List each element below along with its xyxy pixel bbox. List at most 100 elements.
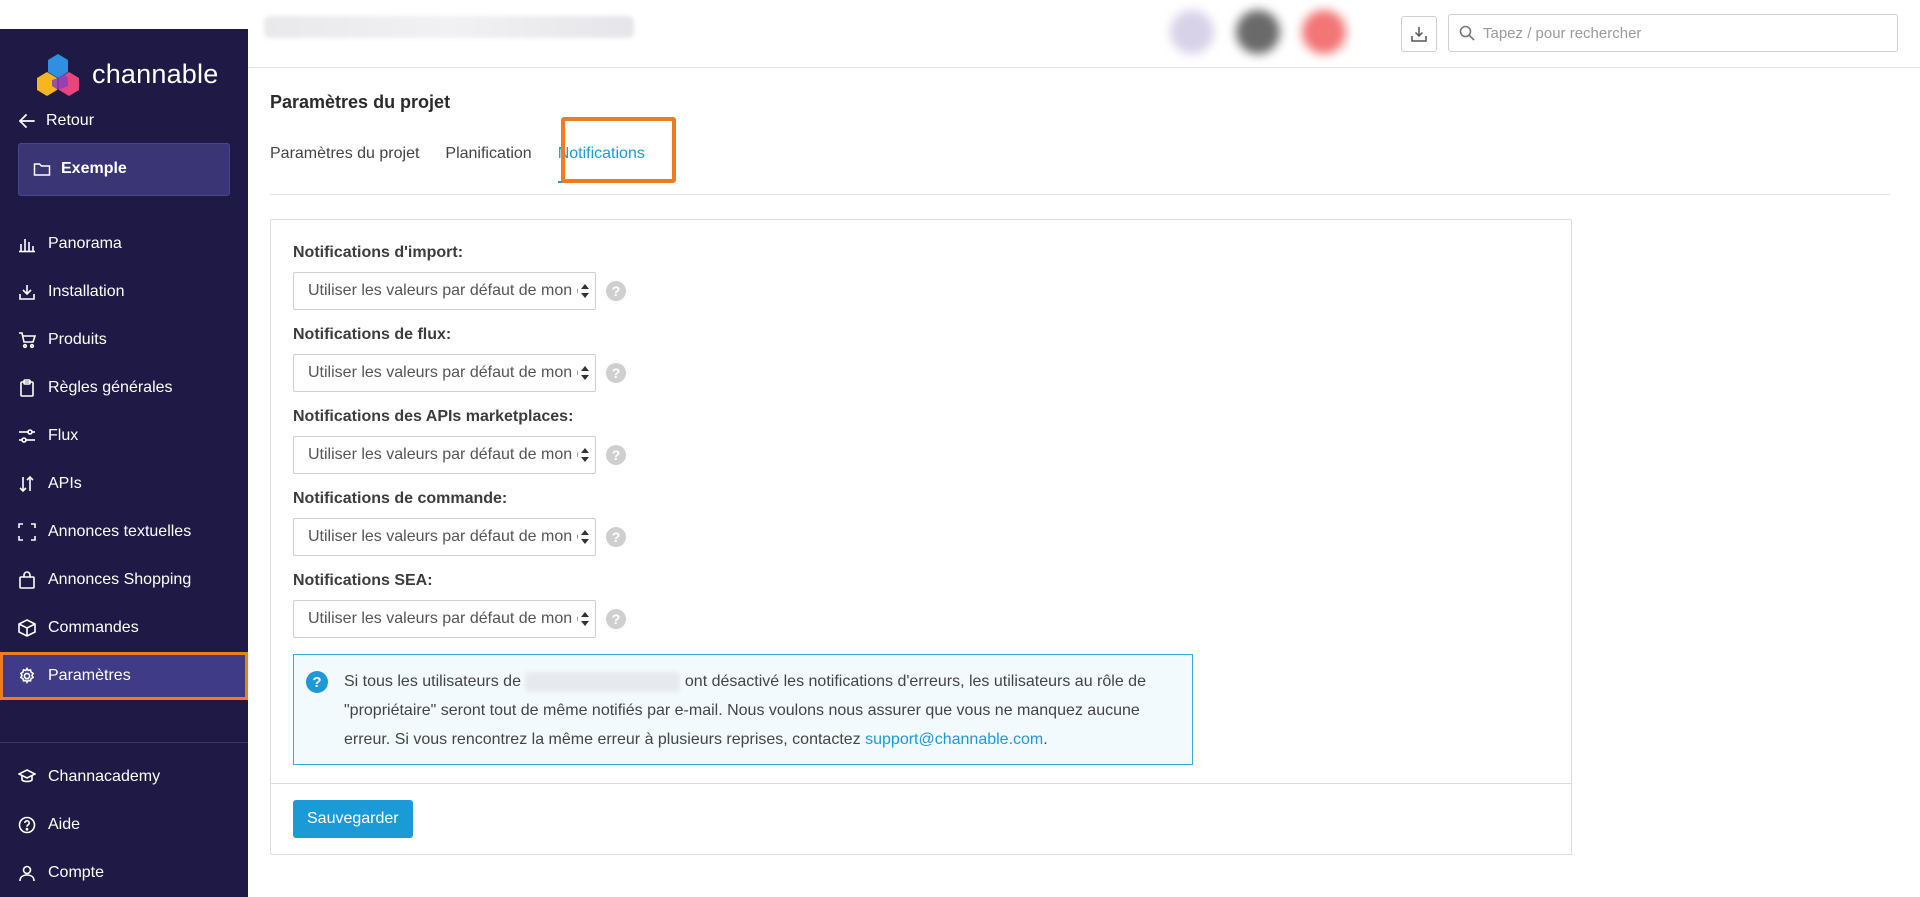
sidebar-item-panorama[interactable]: Panorama — [0, 220, 248, 268]
save-button[interactable]: Sauvegarder — [293, 800, 413, 838]
topbar — [248, 0, 1920, 68]
field-feed-notifications: Notifications de flux: Utiliser les vale… — [293, 326, 1549, 392]
help-icon[interactable]: ? — [606, 363, 626, 383]
sidebar-item-label: Flux — [48, 427, 79, 444]
graduation-cap-icon — [18, 769, 36, 783]
tabs: Paramètres du projet Planification Notif… — [270, 117, 1890, 195]
sidebar-item-installation[interactable]: Installation — [0, 268, 248, 316]
select-caret-icon — [581, 284, 589, 298]
info-text-before: Si tous les utilisateurs de — [344, 673, 521, 690]
sidebar-item-flux[interactable]: Flux — [0, 412, 248, 460]
sidebar-item-label: Annonces textuelles — [48, 523, 192, 540]
help-icon[interactable]: ? — [606, 445, 626, 465]
box-icon — [18, 619, 36, 637]
sidebar-item-label: Aide — [48, 815, 81, 833]
back-label: Retour — [46, 112, 95, 130]
field-import-notifications: Notifications d'import: Utiliser les val… — [293, 244, 1549, 310]
sidebar-item-commandes[interactable]: Commandes — [0, 604, 248, 652]
field-label: Notifications des APIs marketplaces: — [293, 408, 574, 425]
sidebar-item-label: Installation — [48, 283, 125, 300]
download-tray-icon — [19, 285, 35, 300]
sidebar-item-annonces-textuelles[interactable]: Annonces textuelles — [0, 508, 248, 556]
marketplace-api-notifications-select[interactable]: Utiliser les valeurs par défaut de mon c… — [293, 436, 596, 474]
project-name: Exemple — [61, 160, 127, 178]
folder-icon — [33, 163, 51, 177]
select-caret-icon — [581, 530, 589, 544]
sidebar-item-label: Produits — [48, 331, 107, 348]
select-value: Utiliser les valeurs par défaut de mon c… — [308, 610, 578, 627]
tab-notifications[interactable]: Notifications — [557, 143, 646, 195]
back-link[interactable]: Retour — [0, 105, 248, 136]
field-sea-notifications: Notifications SEA: Utiliser les valeurs … — [293, 572, 1549, 638]
tab-parametres-du-projet[interactable]: Paramètres du projet — [270, 143, 419, 195]
sidebar-item-parametres[interactable]: Paramètres — [0, 652, 248, 700]
support-email-link[interactable]: support@channable.com — [865, 731, 1043, 748]
order-notifications-select[interactable]: Utiliser les valeurs par défaut de mon c… — [293, 518, 596, 556]
select-row: Utiliser les valeurs par défaut de mon c… — [293, 600, 1549, 638]
sidebar-item-label: Paramètres — [48, 667, 131, 684]
sidebar-item-label: APIs — [48, 475, 82, 492]
app-root: channable Retour Exemple Panorama Instal… — [0, 0, 1920, 897]
main-area: Paramètres du projet Paramètres du proje… — [248, 0, 1920, 897]
sidebar-item-compte[interactable]: Compte — [0, 849, 248, 897]
redacted-project-name — [525, 671, 681, 692]
search-box[interactable] — [1448, 14, 1898, 52]
select-caret-icon — [581, 448, 589, 462]
user-icon — [19, 865, 35, 882]
sidebar-item-label: Règles générales — [48, 379, 173, 396]
sidebar-top-strip — [0, 0, 248, 29]
field-order-notifications: Notifications de commande: Utiliser les … — [293, 490, 1549, 556]
field-label: Notifications SEA: — [293, 572, 433, 589]
gear-icon — [19, 667, 35, 684]
sidebar-item-produits[interactable]: Produits — [0, 316, 248, 364]
brand-name: channable — [92, 59, 219, 90]
field-label: Notifications d'import: — [293, 244, 464, 261]
sidebar-item-label: Annonces Shopping — [48, 571, 192, 588]
feed-notifications-select[interactable]: Utiliser les valeurs par défaut de mon c… — [293, 354, 596, 392]
download-icon — [1411, 27, 1427, 42]
sidebar-item-annonces-shopping[interactable]: Annonces Shopping — [0, 556, 248, 604]
sliders-icon — [19, 429, 35, 443]
avatar[interactable] — [1170, 10, 1214, 54]
select-row: Utiliser les valeurs par défaut de mon c… — [293, 354, 1549, 392]
up-down-arrows-icon — [19, 475, 34, 493]
notifications-panel: Notifications d'import: Utiliser les val… — [270, 219, 1572, 855]
sidebar-nav: Panorama Installation Produits Règles gé… — [0, 220, 248, 700]
select-row: Utiliser les valeurs par défaut de mon c… — [293, 436, 1549, 474]
project-selector[interactable]: Exemple — [18, 142, 230, 196]
help-icon[interactable]: ? — [606, 527, 626, 547]
avatar[interactable] — [1302, 10, 1346, 54]
select-caret-icon — [581, 366, 589, 380]
search-input[interactable] — [1483, 24, 1883, 42]
sea-notifications-select[interactable]: Utiliser les valeurs par défaut de mon c… — [293, 600, 596, 638]
select-row: Utiliser les valeurs par défaut de mon c… — [293, 518, 1549, 556]
avatar[interactable] — [1236, 10, 1280, 54]
download-button[interactable] — [1401, 16, 1437, 52]
sidebar-item-label: Commandes — [48, 619, 139, 636]
import-notifications-select[interactable]: Utiliser les valeurs par défaut de mon c… — [293, 272, 596, 310]
sidebar-item-apis[interactable]: APIs — [0, 460, 248, 508]
page-title: Paramètres du projet — [270, 92, 451, 112]
sidebar-item-label: Panorama — [48, 235, 122, 252]
logo[interactable]: channable — [0, 29, 248, 106]
page-content: Paramètres du projet Paramètres du proje… — [248, 68, 1920, 855]
panel-body: Notifications d'import: Utiliser les val… — [271, 220, 1571, 783]
question-circle-icon — [18, 816, 36, 834]
collaborator-avatars — [1170, 10, 1346, 54]
select-value: Utiliser les valeurs par défaut de mon c… — [308, 528, 578, 545]
help-icon[interactable]: ? — [606, 609, 626, 629]
frame-corners-icon — [18, 523, 36, 541]
field-marketplace-api-notifications: Notifications des APIs marketplaces: Uti… — [293, 408, 1549, 474]
sidebar-item-regles-generales[interactable]: Règles générales — [0, 364, 248, 412]
sidebar-item-channacademy[interactable]: Channacademy — [0, 753, 248, 801]
sidebar-item-label: Channacademy — [48, 767, 161, 785]
help-icon[interactable]: ? — [606, 281, 626, 301]
field-label: Notifications de flux: — [293, 326, 452, 343]
info-question-icon: ? — [306, 671, 328, 693]
select-value: Utiliser les valeurs par défaut de mon c… — [308, 282, 578, 299]
tab-planification[interactable]: Planification — [445, 143, 531, 195]
sidebar-bottom-nav: Channacademy Aide Compte — [0, 753, 248, 897]
sidebar-item-aide[interactable]: Aide — [0, 801, 248, 849]
select-caret-icon — [581, 612, 589, 626]
shopping-bag-icon — [19, 571, 35, 589]
